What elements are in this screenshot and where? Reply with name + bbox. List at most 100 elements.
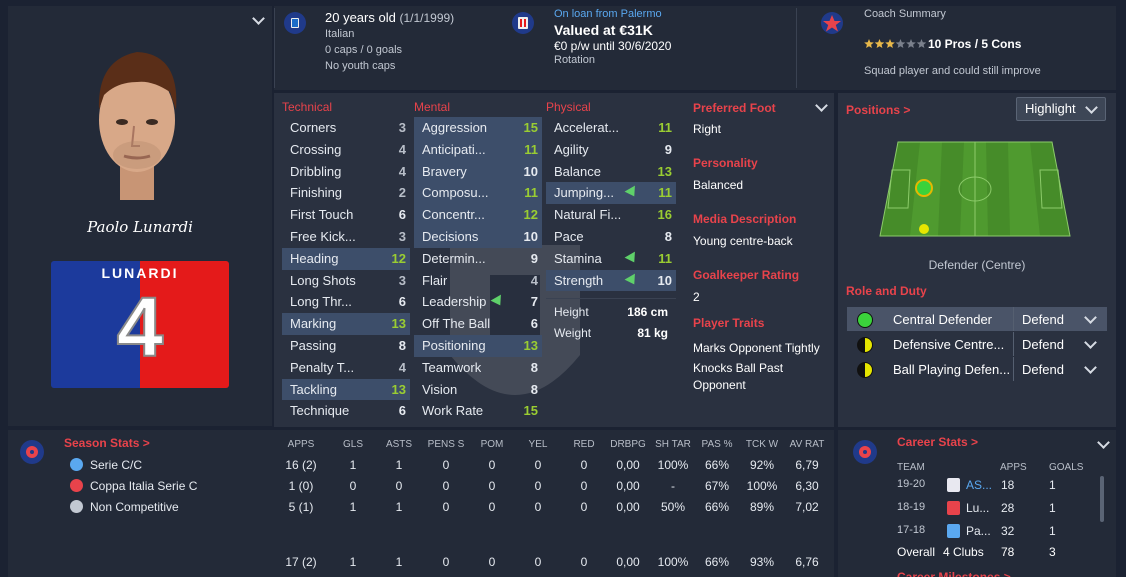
- mental-attribute-row[interactable]: Composu... 11: [414, 182, 542, 205]
- attribute-name: Aggression: [422, 120, 488, 135]
- competition-logo-icon: [70, 479, 83, 492]
- header-apps: APPS: [1000, 462, 1027, 473]
- physical-attribute-row[interactable]: Agility 9: [546, 139, 676, 161]
- attribute-value: 6: [398, 207, 406, 223]
- physical-attribute-row[interactable]: Stamina 11: [546, 248, 676, 270]
- mental-attribute-row[interactable]: Decisions 10: [414, 225, 542, 248]
- mental-attribute-row[interactable]: Determin... 9: [414, 248, 542, 270]
- season-stats-row[interactable]: Non Competitive 5 (1) 1 1 0 0 0 0 0,00 50% 66% 89% 7…: [0, 500, 830, 518]
- attribute-name: Marking: [290, 316, 337, 332]
- technical-attribute-row[interactable]: Crossing 4: [282, 139, 410, 161]
- duty-label: Defend: [1022, 312, 1064, 327]
- duty-dropdown[interactable]: Defend: [1013, 307, 1108, 331]
- technical-attribute-row[interactable]: Heading 12: [282, 247, 410, 270]
- squad-status: Rotation: [554, 54, 595, 66]
- mental-attribute-row[interactable]: Concentr... 12: [414, 204, 542, 226]
- loan-link[interactable]: On loan from Palermo: [554, 8, 662, 20]
- career-team[interactable]: Lu...: [966, 501, 989, 515]
- duty-dropdown[interactable]: Defend: [1013, 332, 1108, 356]
- personality-title: Personality: [693, 156, 758, 170]
- mental-attribute-row[interactable]: Anticipati... 11: [414, 138, 542, 161]
- technical-attribute-row[interactable]: Penalty T... 4: [282, 357, 410, 379]
- pros-cons[interactable]: 10 Pros / 5 Cons: [928, 37, 1021, 51]
- duty-dropdown[interactable]: Defend: [1013, 357, 1108, 381]
- season-stats-link[interactable]: Season Stats >: [64, 436, 150, 450]
- technical-title: Technical: [282, 100, 333, 114]
- career-season: 19-20: [897, 478, 926, 490]
- attribute-name: Positioning: [422, 337, 486, 353]
- preferred-foot: Right: [693, 122, 722, 136]
- coach-rating-stars: [864, 37, 927, 56]
- header-team: TEAM: [897, 462, 925, 473]
- physical-attribute-row[interactable]: Natural Fi... 16: [546, 204, 676, 226]
- total-cell: 6,76: [795, 555, 819, 569]
- career-team[interactable]: AS...: [966, 478, 992, 492]
- role-row[interactable]: Central Defender Defend: [847, 307, 1107, 331]
- season-stats-row[interactable]: Serie C/C 16 (2) 1 1 0 0 0 0 0,00 100% 66% 92% 6,79: [0, 458, 830, 476]
- mental-attribute-row[interactable]: Aggression 15: [414, 117, 542, 139]
- chevron-down-icon: [1084, 361, 1097, 374]
- attribute-value: 8: [530, 359, 538, 375]
- physical-attribute-row[interactable]: Accelerat... 11: [546, 117, 676, 139]
- attribute-value: 9: [530, 250, 538, 266]
- attribute-name: Decisions: [422, 228, 479, 244]
- mental-attribute-row[interactable]: Bravery 10: [414, 160, 542, 183]
- competition-logo-icon: [70, 458, 83, 471]
- rating-star-icon: [885, 39, 895, 48]
- technical-attribute-row[interactable]: Dribbling 4: [282, 161, 410, 183]
- technical-attribute-row[interactable]: Long Shots 3: [282, 270, 410, 292]
- attribute-value: 12: [523, 207, 538, 223]
- physical-attribute-row[interactable]: Pace 8: [546, 226, 676, 248]
- attribute-name: Vision: [422, 381, 458, 397]
- technical-attribute-row[interactable]: First Touch 6: [282, 204, 410, 226]
- career-scrollbar[interactable]: [1100, 476, 1104, 522]
- career-milestones-link[interactable]: Career Milestones >: [897, 570, 1011, 577]
- attribute-name: Technique: [290, 403, 350, 419]
- physical-attribute-row[interactable]: Balance 13: [546, 161, 676, 183]
- positions-link[interactable]: Positions >: [846, 103, 910, 117]
- role-row[interactable]: Ball Playing Defen... Defend: [847, 357, 1107, 381]
- mental-attribute-row[interactable]: Leadership 7: [414, 291, 542, 313]
- attribute-value: 16: [657, 207, 672, 223]
- career-stats-link[interactable]: Career Stats >: [897, 435, 978, 449]
- technical-attribute-row[interactable]: Long Thr... 6: [282, 291, 410, 313]
- mental-attribute-row[interactable]: Work Rate 15: [414, 400, 542, 422]
- attribute-value: 11: [658, 120, 672, 135]
- coach-star-icon: [821, 12, 843, 34]
- technical-attribute-row[interactable]: Marking 13: [282, 313, 410, 335]
- physical-column: Physical Accelerat... 11 Agility 9 Balance 13…: [546, 97, 676, 340]
- career-header-goals: GOALS: [1049, 457, 1083, 475]
- rating-star-icon: [895, 39, 906, 48]
- technical-attribute-row[interactable]: Finishing 2: [282, 182, 410, 204]
- overall-apps: 78: [1001, 545, 1015, 559]
- physical-attribute-row[interactable]: Jumping... 11: [546, 182, 676, 205]
- career-team[interactable]: Pa...: [966, 524, 991, 538]
- club-badge-icon: [947, 478, 960, 492]
- technical-attribute-row[interactable]: Passing 8: [282, 335, 410, 357]
- column-header[interactable]: AV RAT: [777, 439, 837, 450]
- physical-attribute-row[interactable]: Strength 10: [546, 269, 676, 292]
- attribute-name: Natural Fi...: [554, 207, 622, 223]
- preferred-foot-title: Preferred Foot: [693, 101, 776, 115]
- technical-attribute-row[interactable]: Technique 6: [282, 400, 410, 422]
- mental-attribute-row[interactable]: Off The Ball 6: [414, 313, 542, 335]
- stat-cell: 6,30: [795, 479, 819, 493]
- attribute-name: Free Kick...: [290, 228, 356, 244]
- attribute-value: 7: [530, 294, 538, 310]
- mental-attribute-row[interactable]: Flair 4: [414, 270, 542, 292]
- column-header[interactable]: APPS: [271, 439, 331, 450]
- highlight-dropdown[interactable]: Highlight: [1016, 97, 1106, 121]
- technical-attribute-row[interactable]: Free Kick... 3: [282, 226, 410, 248]
- season-stats-row[interactable]: Coppa Italia Serie C1 (0) 0 0 0 0 0 0 0,00-67% 1…: [0, 479, 830, 497]
- mental-attribute-row[interactable]: Positioning 13: [414, 334, 542, 357]
- mental-attribute-row[interactable]: Vision 8: [414, 379, 542, 401]
- wage-text: €0 p/w until 30/6/2020: [554, 39, 672, 53]
- attribute-value: 13: [391, 316, 406, 332]
- role-row[interactable]: Defensive Centre... Defend: [847, 332, 1107, 356]
- career-goals: 1: [1049, 501, 1056, 515]
- technical-attribute-row[interactable]: Tackling 13: [282, 378, 410, 401]
- stat-cell: 7,02: [795, 500, 819, 514]
- technical-attribute-row[interactable]: Corners 3: [282, 117, 410, 139]
- mental-attribute-row[interactable]: Teamwork 8: [414, 357, 542, 379]
- header-goals: GOALS: [1049, 462, 1084, 473]
